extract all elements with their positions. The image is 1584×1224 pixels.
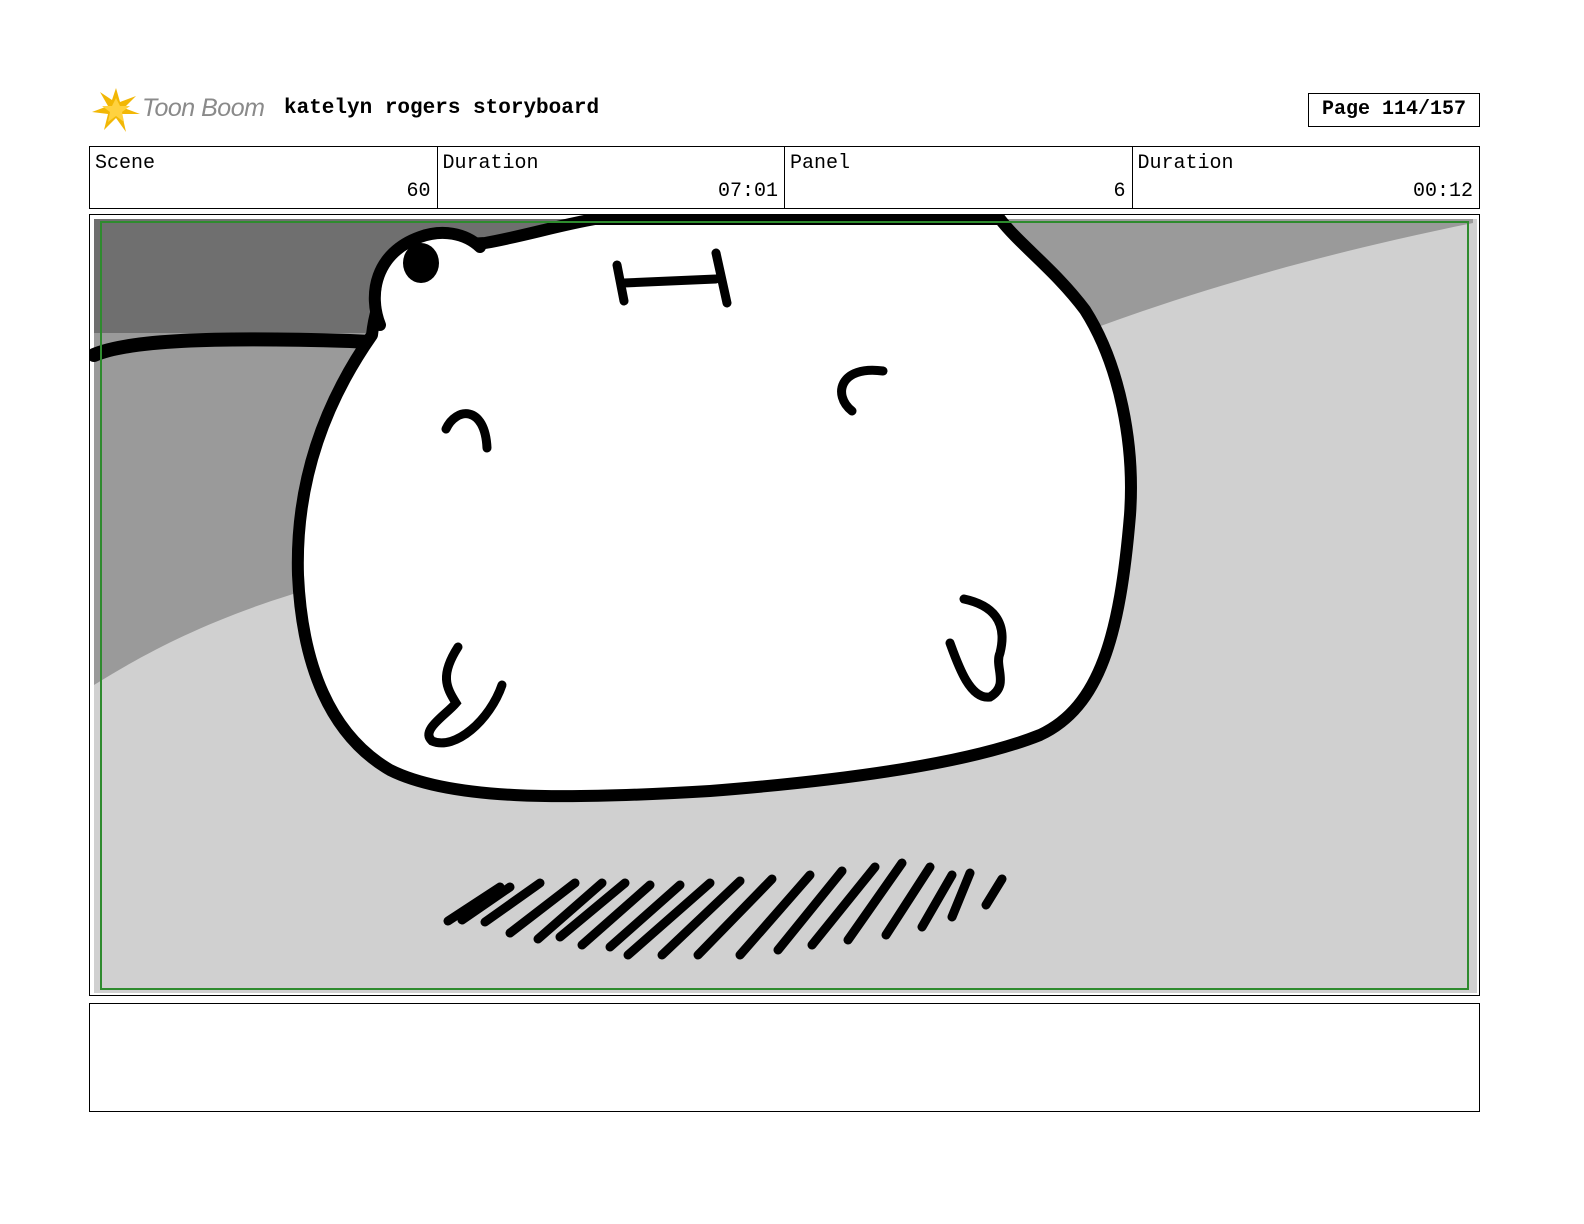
page-indicator: Page 114/157 (1308, 93, 1480, 127)
logo-text: Toon Boom (142, 94, 265, 122)
logo-star-icon (92, 88, 140, 132)
panel-duration-label: Duration (1137, 152, 1234, 175)
panel-drawing (90, 215, 1477, 993)
panel-duration-cell: Duration 00:12 (1131, 147, 1480, 208)
toon-boom-logo: Toon Boom (90, 84, 270, 136)
panel-info-table: Scene 60 Duration 07:01 Panel 6 Duration… (89, 146, 1480, 209)
panel-cell: Panel 6 (784, 147, 1132, 208)
scene-cell: Scene 60 (90, 147, 437, 208)
panel-duration-value: 00:12 (1412, 180, 1473, 203)
panel-value: 6 (1113, 180, 1126, 203)
panel-label: Panel (790, 152, 851, 175)
scene-label: Scene (95, 152, 156, 175)
scene-duration-value: 07:01 (717, 180, 778, 203)
panel-notes (89, 1003, 1480, 1112)
storyboard-panel-image (89, 214, 1480, 996)
scene-duration-cell: Duration 07:01 (436, 147, 785, 208)
document-title: katelyn rogers storyboard (284, 97, 600, 120)
scene-value: 60 (406, 180, 431, 203)
scene-duration-label: Duration (442, 152, 539, 175)
